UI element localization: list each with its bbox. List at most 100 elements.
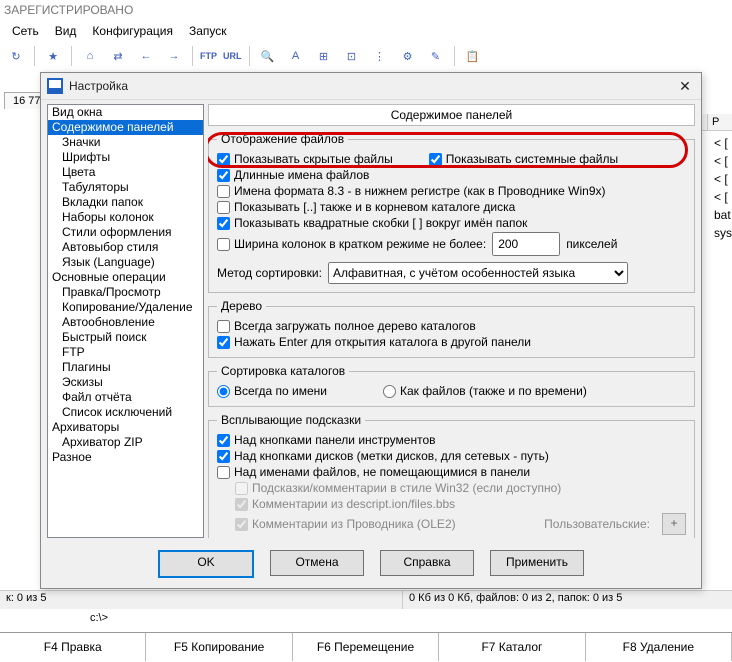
group-dirsort: Сортировка каталогов Всегда по имени Как… [208, 364, 695, 407]
user-hints-button[interactable]: + [662, 513, 686, 535]
rad-asfiles[interactable] [383, 385, 396, 398]
settings-content: Содержимое панелей Отображение файлов По… [208, 104, 695, 538]
tb-star-icon[interactable]: ★ [41, 44, 65, 68]
chk-descript-label: Комментарии из descript.ion/files.bbs [252, 497, 455, 511]
panel-title: Содержимое панелей [208, 104, 695, 126]
tree-item[interactable]: Копирование/Удаление [48, 300, 203, 315]
chk-83-label: Имена формата 8.3 - в нижнем регистре (к… [234, 184, 606, 198]
chk-longnames-label: Длинные имена файлов [234, 168, 369, 182]
menu-view[interactable]: Вид [47, 22, 85, 42]
tree-item[interactable]: FTP [48, 345, 203, 360]
tree-item[interactable]: Значки [48, 135, 203, 150]
list-right-values: < [ < [ < [ < [ bat sys [714, 134, 732, 242]
tb-view2-icon[interactable]: ⊡ [340, 44, 364, 68]
tree-item[interactable]: Быстрый поиск [48, 330, 203, 345]
tree-item[interactable]: Цвета [48, 165, 203, 180]
tree-item[interactable]: Архиватор ZIP [48, 435, 203, 450]
close-button[interactable]: ✕ [675, 78, 695, 95]
ok-button[interactable]: OK [158, 550, 254, 578]
chk-hidden-label: Показывать скрытые файлы [234, 152, 393, 166]
chk-fulltree[interactable] [217, 320, 230, 333]
chk-drvhints[interactable] [217, 450, 230, 463]
chk-dotdot-label: Показывать [..] также и в корневом катал… [234, 200, 515, 214]
tb-url-icon[interactable]: URL [222, 44, 243, 68]
tb-sep [71, 46, 72, 66]
tree-item[interactable]: Файл отчёта [48, 390, 203, 405]
list-row[interactable]: bat [714, 206, 732, 224]
tb-view3-icon[interactable]: ⋮ [368, 44, 392, 68]
tree-item[interactable]: Архиваторы [48, 420, 203, 435]
tb-fwd-icon[interactable]: → [162, 44, 186, 68]
rad-asfiles-label: Как файлов (также и по времени) [400, 384, 587, 398]
legend-hints: Всплывающие подсказки [217, 413, 365, 427]
chk-tbhints[interactable] [217, 434, 230, 447]
tree-item[interactable]: Язык (Language) [48, 255, 203, 270]
tb-search-icon[interactable]: 🔍 [256, 44, 280, 68]
col-r[interactable]: Р [708, 114, 732, 130]
tb-clip-icon[interactable]: 📋 [461, 44, 485, 68]
chk-enter[interactable] [217, 336, 230, 349]
chk-83[interactable] [217, 185, 230, 198]
tree-item[interactable]: Табуляторы [48, 180, 203, 195]
tb-swap-icon[interactable]: ⇄ [106, 44, 130, 68]
tree-item[interactable]: Автовыбор стиля [48, 240, 203, 255]
tree-item[interactable]: Список исключений [48, 405, 203, 420]
settings-tree[interactable]: Вид окнаСодержимое панелейЗначкиШрифтыЦв… [47, 104, 204, 538]
sort-label: Метод сортировки: [217, 266, 322, 280]
f8-button[interactable]: F8 Удаление [586, 633, 732, 661]
list-row[interactable]: < [ [714, 134, 732, 152]
tree-item[interactable]: Содержимое панелей [48, 120, 203, 135]
tb-back-icon[interactable]: ← [134, 44, 158, 68]
chk-fulltree-label: Всегда загружать полное дерево каталогов [234, 319, 476, 333]
tb-edit-icon[interactable]: ✎ [424, 44, 448, 68]
path-value[interactable]: c:\> [90, 612, 108, 624]
chk-filehints[interactable] [217, 466, 230, 479]
cancel-button[interactable]: Отмена [270, 550, 364, 576]
list-row[interactable]: < [ [714, 188, 732, 206]
tb-ftp-icon[interactable]: FTP [199, 44, 218, 68]
chk-brackets[interactable] [217, 217, 230, 230]
tb-rename-icon[interactable]: A [284, 44, 308, 68]
tb-refresh-icon[interactable]: ↻ [4, 44, 28, 68]
menu-net[interactable]: Сеть [4, 22, 47, 42]
tree-item[interactable]: Вид окна [48, 105, 203, 120]
f5-button[interactable]: F5 Копирование [146, 633, 292, 661]
chk-hidden[interactable] [217, 153, 230, 166]
tree-item[interactable]: Шрифты [48, 150, 203, 165]
chk-longnames[interactable] [217, 169, 230, 182]
chk-colwidth[interactable] [217, 238, 230, 251]
save-icon [47, 78, 63, 94]
f4-button[interactable]: F4 Правка [0, 633, 146, 661]
tree-item[interactable]: Плагины [48, 360, 203, 375]
tb-sep [249, 46, 250, 66]
f7-button[interactable]: F7 Каталог [439, 633, 585, 661]
tb-view1-icon[interactable]: ⊞ [312, 44, 336, 68]
chk-dotdot[interactable] [217, 201, 230, 214]
group-hints: Всплывающие подсказки Над кнопками панел… [208, 413, 695, 538]
f6-button[interactable]: F6 Перемещение [293, 633, 439, 661]
tree-item[interactable]: Эскизы [48, 375, 203, 390]
tree-item[interactable]: Вкладки папок [48, 195, 203, 210]
menu-run[interactable]: Запуск [181, 22, 235, 42]
help-button[interactable]: Справка [380, 550, 474, 576]
tb-settings-icon[interactable]: ⚙ [396, 44, 420, 68]
list-row[interactable]: sys [714, 224, 732, 242]
sort-select[interactable]: Алфавитная, с учётом особенностей языка [328, 262, 628, 284]
dialog-title: Настройка [69, 79, 128, 93]
tree-item[interactable]: Наборы колонок [48, 210, 203, 225]
list-row[interactable]: < [ [714, 170, 732, 188]
tree-item[interactable]: Автообновление [48, 315, 203, 330]
tree-item[interactable]: Разное [48, 450, 203, 465]
colwidth-input[interactable] [492, 232, 560, 256]
tree-item[interactable]: Правка/Просмотр [48, 285, 203, 300]
apply-button[interactable]: Применить [490, 550, 584, 576]
tree-item[interactable]: Основные операции [48, 270, 203, 285]
tb-home-icon[interactable]: ⌂ [78, 44, 102, 68]
chk-system-label: Показывать системные файлы [446, 152, 618, 166]
chk-filehints-label: Над именами файлов, не помещающимися в п… [234, 465, 530, 479]
tree-item[interactable]: Стили оформления [48, 225, 203, 240]
menu-config[interactable]: Конфигурация [84, 22, 181, 42]
rad-byname[interactable] [217, 385, 230, 398]
list-row[interactable]: < [ [714, 152, 732, 170]
chk-system[interactable] [429, 153, 442, 166]
